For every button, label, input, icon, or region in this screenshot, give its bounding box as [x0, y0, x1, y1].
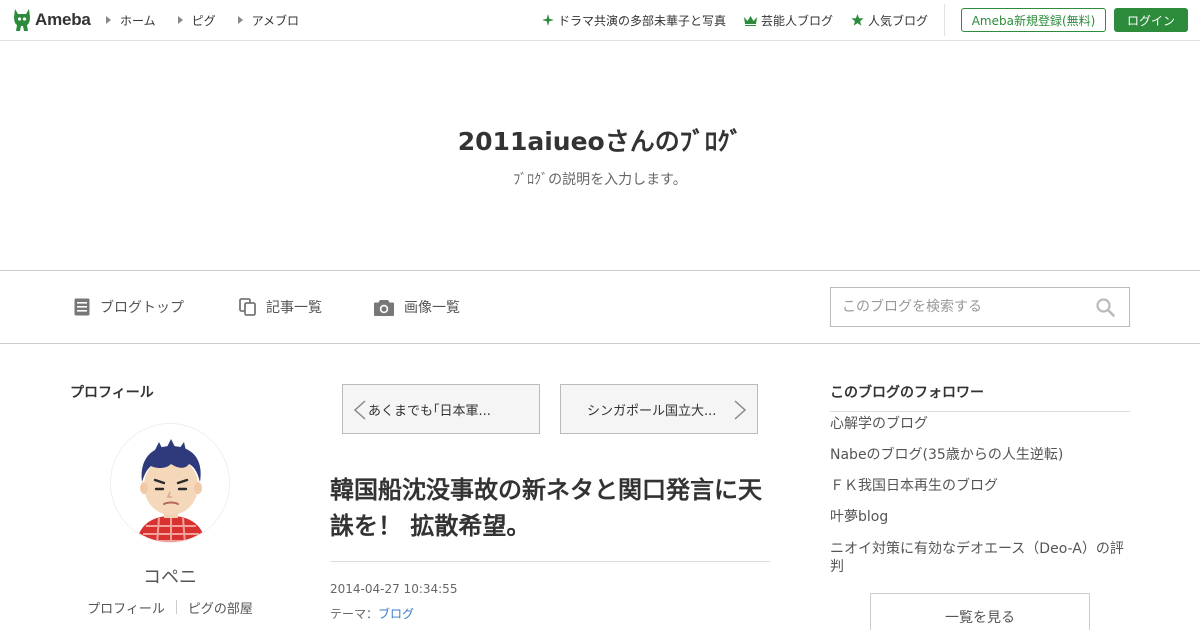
prev-entry-label: あくまでも｢日本軍... [368, 403, 491, 419]
follower-item[interactable]: ニオイ対策に有効なデオエース（Deo-A）の評判 [830, 540, 1130, 576]
profile-link[interactable]: プロフィール [87, 598, 165, 617]
ameba-mascot-icon [14, 9, 30, 31]
login-button[interactable]: ログイン [1114, 8, 1188, 32]
blog-title[interactable]: 2011aiueoさんのﾌﾞﾛｸﾞ [0, 122, 1200, 158]
profile-nickname[interactable]: コペニ [70, 563, 270, 589]
nav-ameblo-label: アメブロ [251, 13, 300, 28]
header-links: ドラマ共演の多部未華子と写真 芸能人ブログ 人気ブログ [524, 0, 928, 40]
pigg-room-link[interactable]: ピグの部屋 [188, 598, 253, 617]
register-button[interactable]: Ameba新規登録(無料) [961, 8, 1106, 32]
triangle-right-icon [237, 16, 243, 24]
next-entry-label: シンガポール国立大... [587, 403, 717, 419]
follower-item[interactable]: Nabeのブログ(35歳からの人生逆転) [830, 446, 1130, 464]
link-popular-blogs-label: 人気ブログ [867, 13, 928, 28]
avatar-image [111, 424, 229, 542]
search-input[interactable] [831, 288, 1091, 326]
blog-description: ﾌﾞﾛｸﾞの説明を入力します。 [513, 172, 687, 188]
crown-icon [743, 15, 757, 26]
prev-entry-button[interactable]: あくまでも｢日本軍... [342, 384, 540, 434]
nav-blog-top[interactable]: ブログトップ [74, 271, 184, 343]
link-featured-news-label: ドラマ共演の多部未華子と写真 [557, 13, 726, 28]
triangle-right-icon [106, 16, 111, 24]
chevron-right-icon [734, 400, 747, 420]
link-celebrity-blogs-label: 芸能人ブログ [760, 13, 833, 28]
star-icon [851, 14, 864, 26]
copy-icon [239, 298, 256, 316]
nav-blog-top-label: ブログトップ [100, 300, 184, 316]
nav-home-label: ホーム [120, 13, 156, 28]
logo-text: Ameba [35, 10, 91, 29]
document-icon [74, 298, 90, 316]
followers-heading: このブログのフォロワー [830, 382, 1130, 412]
nav-ameblo[interactable]: アメブロ [237, 12, 300, 29]
profile-links: プロフィール ピグの部屋 [70, 598, 270, 617]
theme-label: テーマ： [330, 607, 379, 621]
link-divider [175, 600, 177, 614]
nav-entry-list[interactable]: 記事一覧 [239, 271, 322, 343]
triangle-right-icon [177, 16, 183, 24]
entry-date: 2014-04-27 10:34:55 [330, 582, 458, 596]
blog-search [830, 287, 1130, 327]
follower-item[interactable]: 叶夢blog [830, 508, 1130, 526]
link-celebrity-blogs[interactable]: 芸能人ブログ [743, 12, 833, 29]
entry-title[interactable]: 韓国船沈没事故の新ネタと関口発言に天誅を！ 拡散希望。 [330, 472, 770, 544]
global-header: Ameba ホーム ピグ アメブロ ドラマ共演の多部未華子と写真 芸能人ブログ [0, 0, 1200, 41]
theme-link[interactable]: ブログ [378, 607, 414, 621]
entry-theme: テーマ：ブログ [330, 605, 414, 622]
avatar[interactable] [110, 423, 230, 543]
blog-nav: ブログトップ 記事一覧 画像一覧 [0, 270, 1200, 344]
chevron-left-icon [353, 400, 366, 420]
header-divider [944, 4, 945, 36]
nav-image-list-label: 画像一覧 [404, 300, 460, 316]
nav-entry-list-label: 記事一覧 [266, 300, 322, 316]
nav-pigg[interactable]: ピグ [177, 12, 216, 29]
ameba-logo[interactable]: Ameba [12, 7, 91, 33]
view-all-followers-button[interactable]: 一覧を見る [870, 593, 1090, 630]
follower-item[interactable]: 心解学のブログ [830, 415, 1130, 433]
link-featured-news[interactable]: ドラマ共演の多部未華子と写真 [541, 12, 726, 29]
global-nav: ホーム ピグ アメブロ [106, 0, 321, 40]
nav-pigg-label: ピグ [191, 13, 216, 28]
link-popular-blogs[interactable]: 人気ブログ [851, 12, 928, 29]
next-entry-button[interactable]: シンガポール国立大... [560, 384, 758, 434]
follower-item[interactable]: ＦＫ我国日本再生のブログ [830, 477, 1130, 495]
title-divider [330, 561, 770, 562]
search-icon[interactable] [1096, 298, 1115, 321]
sparkle-icon [541, 14, 554, 26]
nav-image-list[interactable]: 画像一覧 [374, 271, 460, 343]
camera-icon [374, 299, 394, 316]
profile-heading: プロフィール [70, 385, 154, 401]
nav-home[interactable]: ホーム [106, 12, 156, 29]
